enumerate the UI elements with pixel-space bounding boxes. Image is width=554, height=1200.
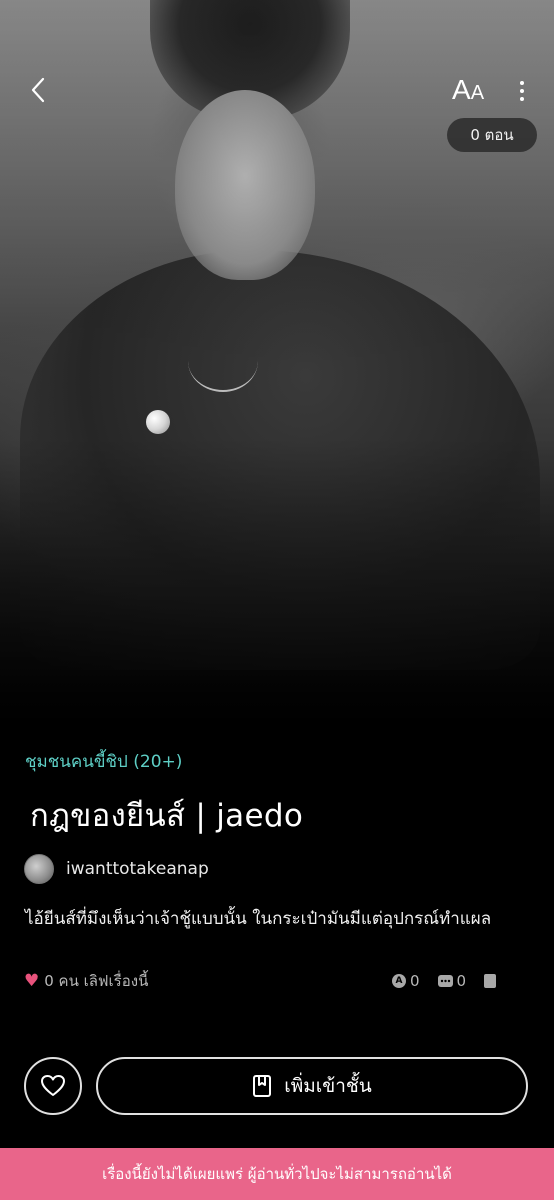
bubble-count: 0 (456, 972, 467, 990)
add-to-shelf-label: เพิ่มเข้าชั้น (284, 1075, 372, 1097)
chat-bubble-icon (437, 975, 453, 987)
more-dot-icon (520, 89, 524, 93)
back-button[interactable] (20, 72, 56, 108)
story-stats: A 0 0 (392, 970, 497, 992)
story-synopsis: ไอ้ยีนส์ที่มึงเห็นว่าเจ้าชู้แบบนั้น ในกร… (25, 909, 492, 929)
more-options-button[interactable] (508, 74, 536, 108)
font-size-icon-small: A (470, 82, 485, 104)
bookmark-book-icon (253, 1075, 272, 1097)
comment-a-icon: A (392, 974, 406, 988)
heart-outline-icon (41, 1075, 65, 1096)
avatar (24, 854, 54, 884)
chevron-left-icon (31, 77, 45, 103)
add-to-shelf-button[interactable]: เพิ่มเข้าชั้น (96, 1057, 528, 1115)
author-name: iwanttotakeanap (66, 859, 209, 879)
comment-count: 0 (410, 972, 420, 990)
story-category[interactable]: ชุมชนคนขี้ชิป (20+) (25, 748, 182, 775)
like-count-stat: ♥ 0 คน เลิฟเรื่องนี้ (24, 970, 148, 992)
more-dot-icon (520, 81, 524, 85)
font-size-button[interactable]: AA (452, 74, 484, 108)
heart-filled-icon: ♥ (24, 971, 40, 991)
unpublished-warning-banner: เรื่องนี้ยังไม่ได้เผยแพร่ ผู้อ่านทั่วไปจ… (0, 1148, 554, 1200)
like-count-text: 0 คน เลิฟเรื่องนี้ (44, 972, 149, 990)
cover-gradient-overlay (0, 0, 554, 730)
episode-count-badge: 0 ตอน (447, 118, 537, 152)
more-dot-icon (520, 97, 524, 101)
like-button[interactable] (24, 1057, 82, 1115)
book-icon (484, 974, 497, 988)
author-link[interactable]: iwanttotakeanap (24, 854, 209, 884)
story-title: กฎของยีนส์ | jaedo (30, 798, 304, 834)
font-size-icon-big: A (452, 74, 471, 105)
